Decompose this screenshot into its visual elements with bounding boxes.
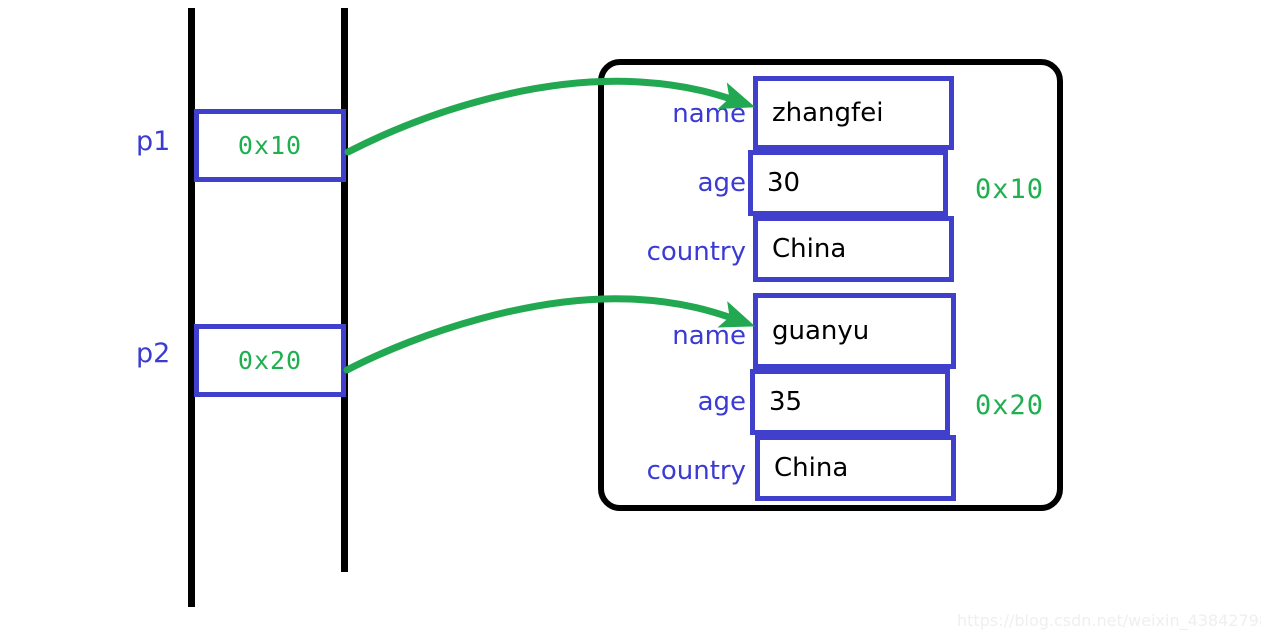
object-1-field-age[interactable]: 35 [750, 369, 950, 435]
object-0-address: 0x10 [975, 174, 1045, 205]
object-1-field-country-value: China [774, 453, 849, 483]
object-1-address: 0x20 [975, 390, 1045, 421]
pointer-label-p2: p2 [136, 338, 171, 369]
object-0-field-age[interactable]: 30 [748, 150, 948, 216]
object-1-field-label-country: country [646, 456, 746, 486]
object-0-field-country[interactable]: China [753, 216, 954, 282]
object-0-field-label-name: name [672, 99, 746, 129]
pointer-label-p1: p1 [136, 126, 171, 157]
stack-right-rail [341, 8, 348, 572]
object-0-field-label-age: age [697, 168, 746, 198]
object-1-field-country[interactable]: China [755, 435, 956, 501]
object-1-field-name[interactable]: guanyu [753, 293, 956, 369]
object-0-field-country-value: China [772, 234, 847, 264]
object-1-field-age-value: 35 [769, 387, 803, 417]
object-0-field-name-value: zhangfei [772, 98, 884, 128]
stack-left-rail [188, 8, 195, 607]
diagram-canvas: p1 p2 0x10 0x20 name age country zhangfe… [0, 0, 1261, 639]
watermark: https://blog.csdn.net/weixin_43842798 [957, 611, 1261, 630]
stack-slot-p2-value: 0x20 [237, 346, 303, 375]
object-1-field-label-age: age [697, 387, 746, 417]
object-0-field-label-country: country [646, 237, 746, 267]
stack-slot-p1-value: 0x10 [237, 131, 303, 160]
object-1-field-name-value: guanyu [772, 316, 870, 346]
object-0-field-age-value: 30 [767, 168, 801, 198]
stack-slot-p2[interactable]: 0x20 [194, 324, 346, 397]
object-1-field-label-name: name [672, 321, 746, 351]
object-0-field-name[interactable]: zhangfei [753, 76, 954, 150]
stack-slot-p1[interactable]: 0x10 [194, 109, 346, 182]
